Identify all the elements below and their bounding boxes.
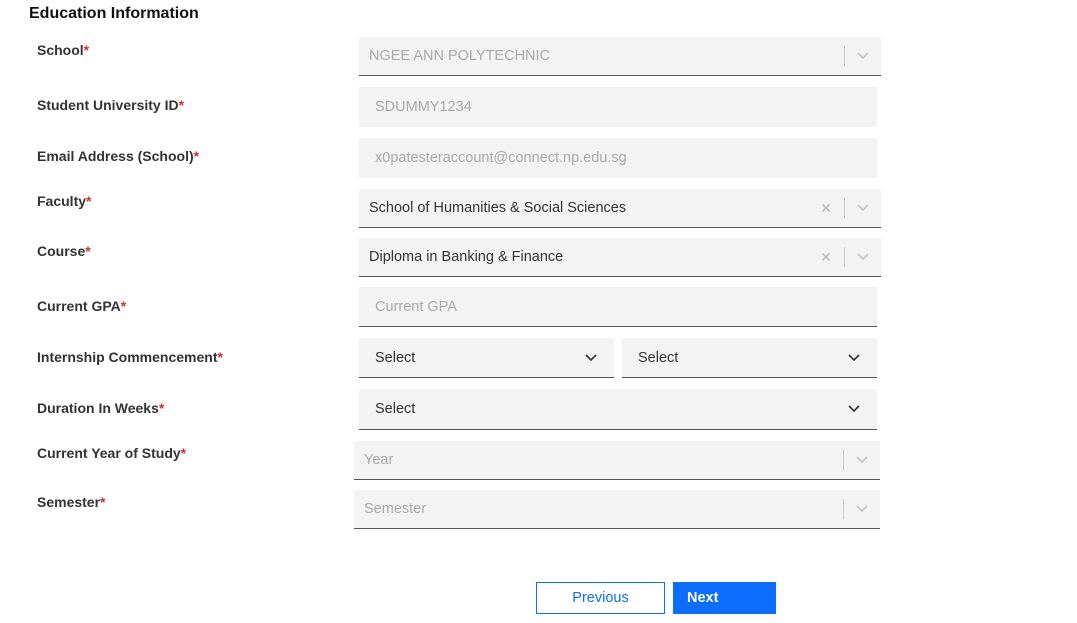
- faculty-label: Faculty*: [37, 193, 92, 209]
- chevron-down-icon: [831, 338, 877, 377]
- clear-x-icon[interactable]: ✕: [816, 200, 836, 217]
- course-select-value: Diploma in Banking & Finance: [369, 249, 564, 265]
- chevron-down-icon: [831, 389, 877, 429]
- course-select[interactable]: Diploma in Banking & Finance ✕: [359, 238, 881, 277]
- chevron-down-icon[interactable]: [844, 490, 880, 528]
- semester-label: Semester*: [37, 494, 106, 510]
- chevron-down-icon: [568, 338, 614, 377]
- student-id-input[interactable]: SDUMMY1234: [359, 87, 877, 127]
- previous-button[interactable]: Previous: [536, 582, 665, 614]
- chevron-down-icon[interactable]: [845, 37, 881, 75]
- course-label: Course*: [37, 243, 91, 259]
- duration-label: Duration In Weeks*: [37, 400, 165, 416]
- school-select[interactable]: NGEE ANN POLYTECHNIC: [359, 37, 881, 76]
- faculty-select-value: School of Humanities & Social Sciences: [369, 200, 627, 216]
- student-id-value: SDUMMY1234: [375, 99, 472, 115]
- semester-select[interactable]: Semester: [354, 490, 880, 529]
- student-id-label: Student University ID*: [37, 97, 185, 113]
- section-title: Education Information: [29, 5, 199, 22]
- internship-month-select[interactable]: Select: [359, 338, 614, 378]
- email-value: x0patesteraccount@connect.np.edu.sg: [375, 150, 627, 166]
- chevron-down-icon[interactable]: [845, 189, 881, 227]
- duration-value: Select: [375, 401, 416, 417]
- chevron-down-icon[interactable]: [844, 441, 880, 479]
- next-button[interactable]: Next: [673, 582, 776, 614]
- internship-label: Internship Commencement*: [37, 349, 223, 365]
- email-input[interactable]: x0patesteraccount@connect.np.edu.sg: [359, 138, 877, 178]
- email-label: Email Address (School)*: [37, 148, 200, 164]
- school-select-value: NGEE ANN POLYTECHNIC: [369, 48, 551, 64]
- gpa-placeholder: Current GPA: [375, 298, 457, 315]
- chevron-down-icon[interactable]: [845, 238, 881, 276]
- internship-year-value: Select: [638, 349, 679, 366]
- internship-year-select[interactable]: Select: [622, 338, 877, 378]
- gpa-label: Current GPA*: [37, 298, 127, 314]
- year-of-study-placeholder: Year: [364, 452, 394, 468]
- year-of-study-select[interactable]: Year: [354, 441, 880, 480]
- semester-placeholder: Semester: [364, 501, 427, 517]
- faculty-select[interactable]: School of Humanities & Social Sciences ✕: [359, 189, 881, 228]
- school-label: School*: [37, 42, 90, 58]
- duration-select[interactable]: Select: [359, 389, 877, 430]
- year-of-study-label: Current Year of Study*: [37, 445, 187, 461]
- internship-month-value: Select: [375, 349, 416, 366]
- clear-x-icon[interactable]: ✕: [816, 249, 836, 266]
- gpa-input[interactable]: Current GPA: [359, 287, 877, 327]
